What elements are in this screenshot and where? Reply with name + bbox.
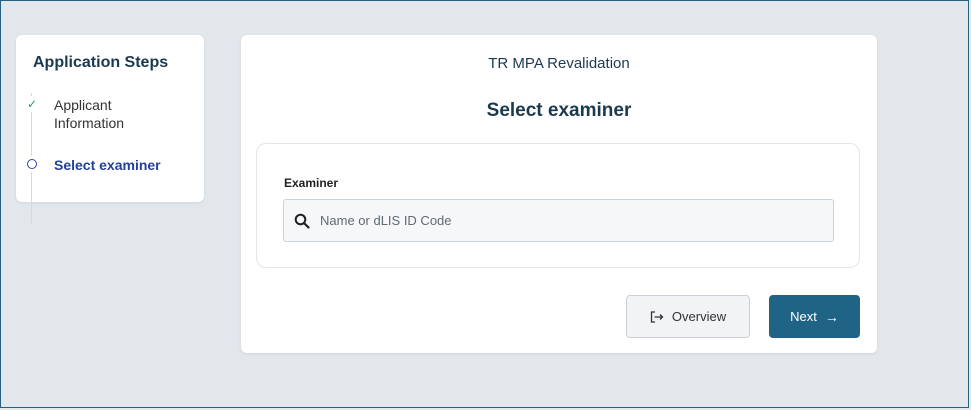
app-title: TR MPA Revalidation (488, 55, 630, 72)
examiner-section: Examiner (256, 143, 860, 268)
step-label: Applicant Information (54, 97, 125, 131)
step-label: Select examiner (54, 157, 161, 173)
examiner-search-input[interactable] (320, 200, 820, 241)
step-marker: ✓ (24, 96, 40, 112)
search-icon (294, 213, 310, 234)
main-card: TR MPA Revalidation Select examiner Exam… (241, 35, 877, 353)
application-steps-panel: Application Steps ✓ Applicant Informatio… (16, 35, 204, 223)
exit-icon (650, 310, 664, 323)
circle-icon (27, 159, 37, 169)
arrow-right-icon: → (824, 308, 839, 325)
step-applicant-information[interactable]: ✓ Applicant Information (24, 96, 164, 132)
examiner-label: Examiner (284, 176, 339, 190)
next-button-label: Next (790, 309, 817, 324)
step-select-examiner[interactable]: Select examiner (24, 156, 164, 174)
steps-panel-title: Application Steps (33, 54, 169, 71)
check-icon: ✓ (26, 97, 38, 111)
overview-button-label: Overview (671, 309, 727, 324)
step-marker (24, 156, 40, 172)
overview-button[interactable]: Overview (626, 295, 750, 338)
page-title: Select examiner (486, 100, 632, 121)
next-button[interactable]: Next → (769, 295, 860, 338)
examiner-search-field[interactable] (283, 199, 834, 242)
